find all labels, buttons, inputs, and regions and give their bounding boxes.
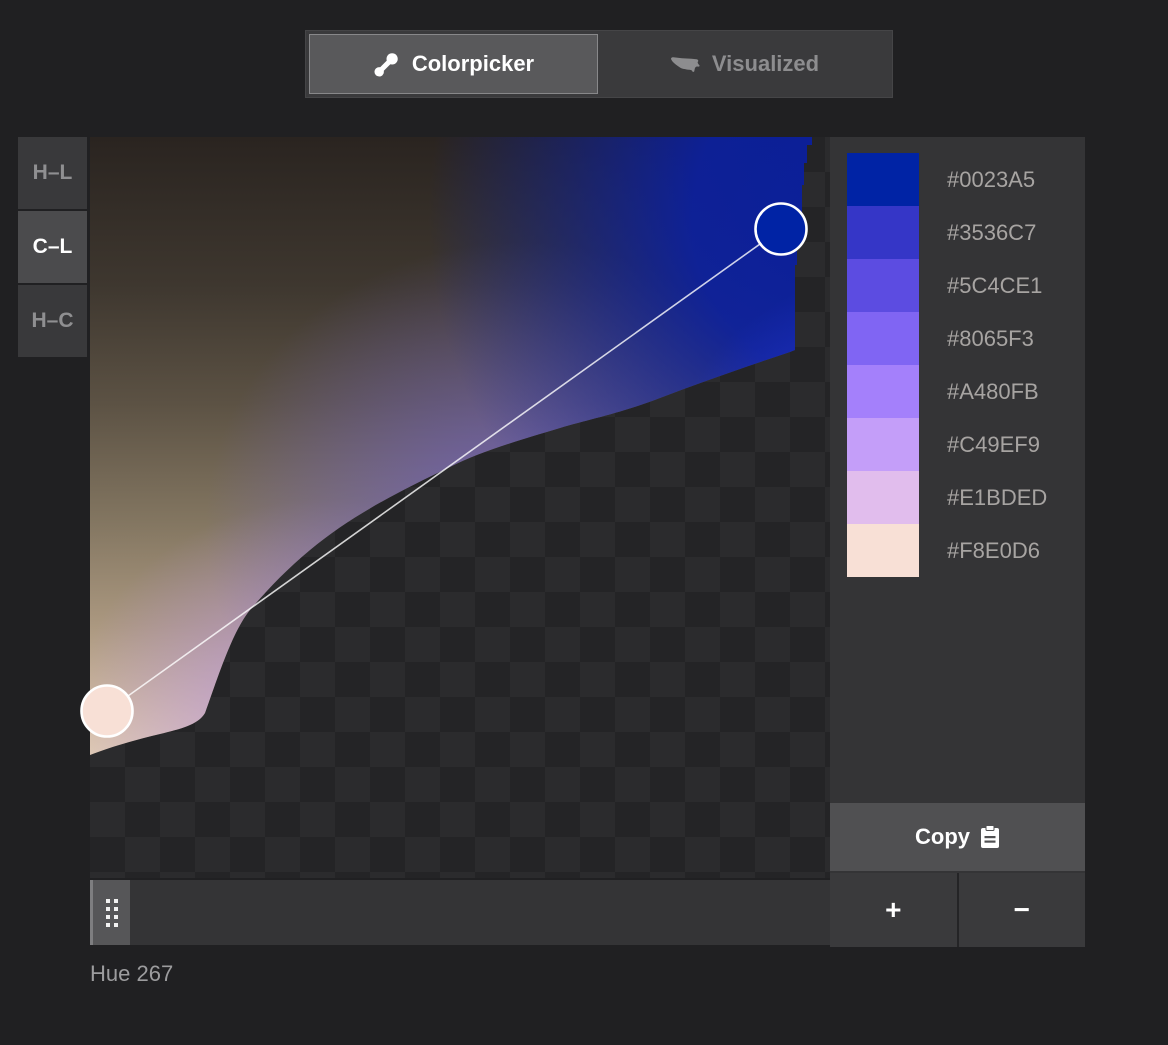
usmap-icon [670,54,700,74]
swatch-row: #F8E0D6 [830,524,1085,577]
mode-c-l-button[interactable]: C–L [18,211,87,283]
palette-size-controls: + − [830,873,1085,947]
mode-h-c-label: H–C [31,309,73,333]
add-color-label: + [885,894,901,926]
link-icon [373,51,400,78]
add-color-button[interactable]: + [830,873,957,947]
color-swatch[interactable] [847,312,919,365]
color-swatch[interactable] [847,365,919,418]
mode-c-l-label: C–L [33,235,73,259]
swatch-hex-label: #C49EF9 [947,432,1040,458]
swatch-hex-label: #3536C7 [947,220,1036,246]
clipboard-icon [980,825,1000,849]
palette-panel: #0023A5 #3536C7 #5C4CE1 #8065F3 #A480FB … [830,137,1085,947]
copy-button[interactable]: Copy [830,803,1085,871]
tab-visualized[interactable]: Visualized [600,34,889,94]
swatch-hex-label: #E1BDED [947,485,1047,511]
color-swatch[interactable] [847,259,919,312]
mode-h-c-button[interactable]: H–C [18,285,87,357]
gamut-canvas[interactable] [90,137,830,878]
tab-colorpicker[interactable]: Colorpicker [309,34,598,94]
color-swatch[interactable] [847,206,919,259]
mode-h-l-label: H–L [33,161,73,185]
remove-color-button[interactable]: − [959,873,1086,947]
mode-h-l-button[interactable]: H–L [18,137,87,209]
swatch-row: #0023A5 [830,153,1085,206]
drag-dots-icon [106,899,118,927]
swatch-hex-label: #0023A5 [947,167,1035,193]
ramp-overlay [90,137,830,878]
handle-dark-end[interactable] [756,204,807,255]
swatch-list: #0023A5 #3536C7 #5C4CE1 #8065F3 #A480FB … [830,137,1085,803]
color-swatch[interactable] [847,471,919,524]
color-swatch[interactable] [847,524,919,577]
swatch-row: #5C4CE1 [830,259,1085,312]
swatch-row: #C49EF9 [830,418,1085,471]
swatch-row: #A480FB [830,365,1085,418]
swatch-hex-label: #8065F3 [947,326,1034,352]
tab-visualized-label: Visualized [712,51,819,77]
hue-value-label: Hue 267 [90,961,173,987]
hue-slider-handle[interactable] [90,880,130,945]
remove-color-label: − [1014,894,1030,926]
handle-light-end[interactable] [82,686,133,737]
copy-button-label: Copy [915,824,970,850]
swatch-hex-label: #F8E0D6 [947,538,1040,564]
swatch-hex-label: #5C4CE1 [947,273,1042,299]
view-tab-group: Colorpicker Visualized [305,30,893,98]
ramp-line [107,229,781,711]
mode-button-column: H–L C–L H–C [18,137,87,357]
color-swatch[interactable] [847,418,919,471]
color-swatch[interactable] [847,153,919,206]
swatch-row: #8065F3 [830,312,1085,365]
tab-colorpicker-label: Colorpicker [412,51,534,77]
swatch-hex-label: #A480FB [947,379,1039,405]
colorpicker-app: Colorpicker Visualized H–L C–L H–C [0,0,1168,1045]
swatch-row: #3536C7 [830,206,1085,259]
swatch-row: #E1BDED [830,471,1085,524]
hue-slider-track[interactable] [90,880,830,945]
